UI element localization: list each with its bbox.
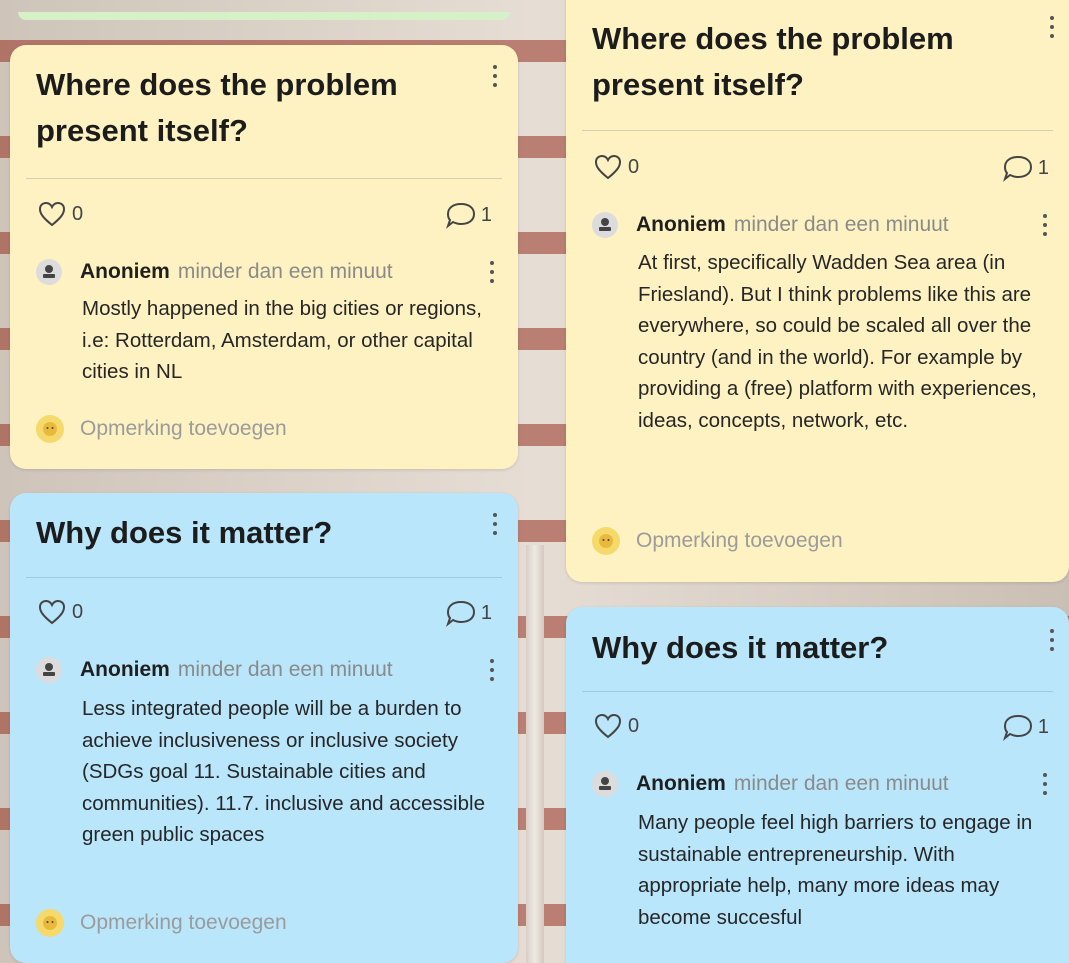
add-comment-button[interactable]: Opmerking toevoegen [36,909,287,937]
anonymous-user-icon [36,657,62,683]
comment-author: Anoniem [636,772,726,795]
speech-bubble-icon [445,600,475,627]
post-menu-vertical-dots-icon[interactable] [492,65,498,92]
post-card-why-right[interactable]: Why does it matter? 0 1 Anoniem minder d… [566,607,1069,963]
post-title: Why does it matter? [36,515,333,550]
post-menu-vertical-dots-icon[interactable] [1049,16,1055,43]
heart-outline-icon [38,201,66,227]
divider [26,178,502,179]
comment-time: minder dan een minuut [177,658,393,681]
user-avatar-icon [592,527,620,555]
comment-menu-vertical-dots-icon[interactable] [1043,773,1047,800]
user-avatar-icon [36,415,64,443]
divider [582,130,1053,131]
anonymous-user-icon [36,259,62,285]
post-title: Where does the problem present itself? [592,21,954,102]
comment-menu-vertical-dots-icon[interactable] [490,659,494,686]
post-title: Where does the problem present itself? [36,67,398,148]
post-menu-vertical-dots-icon[interactable] [1049,629,1055,656]
heart-outline-icon [594,154,622,180]
post-card-where-right[interactable]: Where does the problem present itself? 0… [566,0,1069,582]
comment-author: Anoniem [636,213,726,236]
comment-count: 1 [480,203,492,226]
post-card-why-left[interactable]: Why does it matter? 0 1 Anoniem minder d… [10,493,518,963]
post-menu-vertical-dots-icon[interactable] [492,513,498,540]
background-pole [526,545,544,963]
heart-outline-icon [594,713,622,739]
like-count: 0 [628,155,640,178]
anonymous-user-icon [592,771,618,797]
like-button[interactable]: 0 [38,599,83,625]
post-card-where-left[interactable]: Where does the problem present itself? 0… [10,45,518,469]
add-comment-button[interactable]: Opmerking toevoegen [36,415,287,443]
comment-text: Less integrated people will be a burden … [82,697,485,846]
comment-header: Anoniem minder dan een minuut [36,259,502,285]
divider [26,577,502,578]
comment-time: minder dan een minuut [177,260,393,283]
comment-menu-vertical-dots-icon[interactable] [1043,214,1047,241]
add-comment-button[interactable]: Opmerking toevoegen [592,527,843,555]
comment-button[interactable]: 1 [445,599,492,627]
comment-button[interactable]: 1 [1002,713,1049,741]
like-button[interactable]: 0 [594,713,639,739]
add-comment-label: Opmerking toevoegen [80,911,287,934]
comment-button[interactable]: 1 [445,201,492,229]
comment-author: Anoniem [80,658,170,681]
like-count: 0 [628,714,640,737]
divider [582,691,1053,692]
card-edge-above [18,12,510,20]
comment-time: minder dan een minuut [733,213,949,236]
speech-bubble-icon [1002,155,1032,182]
comment-text: At first, specifically Wadden Sea area (… [638,251,1037,432]
comment-text: Many people feel high barriers to engage… [638,811,1033,929]
post-title: Why does it matter? [592,630,889,665]
comment-header: Anoniem minder dan een minuut [36,657,502,683]
comment-author: Anoniem [80,260,170,283]
comment-header: Anoniem minder dan een minuut [592,771,1055,797]
comment-header: Anoniem minder dan een minuut [592,212,1055,238]
comment-count: 1 [1037,715,1049,738]
add-comment-label: Opmerking toevoegen [80,417,287,440]
like-button[interactable]: 0 [38,201,83,227]
like-count: 0 [72,202,84,225]
comment-count: 1 [480,601,492,624]
anonymous-user-icon [592,212,618,238]
like-count: 0 [72,600,84,623]
speech-bubble-icon [445,202,475,229]
comment-count: 1 [1037,156,1049,179]
user-avatar-icon [36,909,64,937]
speech-bubble-icon [1002,714,1032,741]
add-comment-label: Opmerking toevoegen [636,529,843,552]
comment-time: minder dan een minuut [733,772,949,795]
comment-button[interactable]: 1 [1002,154,1049,182]
comment-text: Mostly happened in the big cities or reg… [82,297,482,383]
heart-outline-icon [38,599,66,625]
comment-menu-vertical-dots-icon[interactable] [490,261,494,288]
like-button[interactable]: 0 [594,154,639,180]
